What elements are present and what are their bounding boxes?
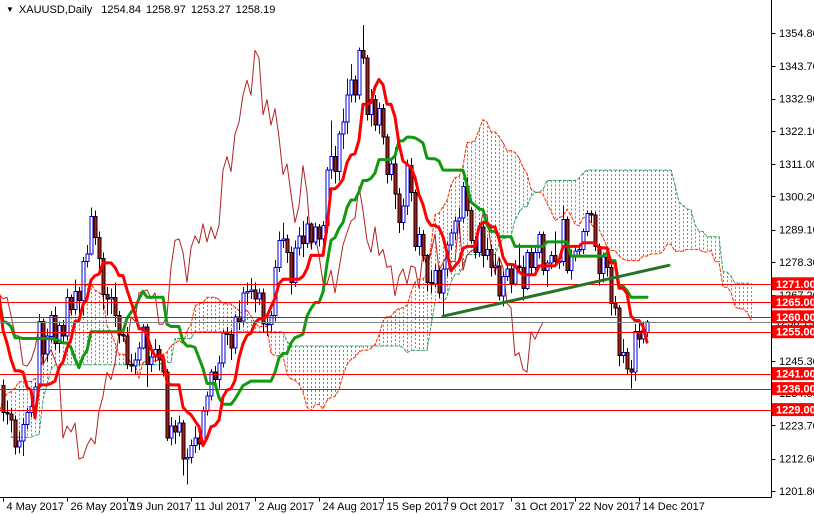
- svg-text:4 May 2017: 4 May 2017: [7, 501, 64, 513]
- ohlc-high: 1258.97: [146, 4, 186, 16]
- svg-text:1300.20: 1300.20: [779, 191, 814, 203]
- svg-text:1255.00: 1255.00: [776, 327, 814, 339]
- chart-window: ▼ XAUUSD,Daily 1254.84 1258.97 1253.27 1258.1…: [0, 0, 814, 514]
- svg-text:1229.00: 1229.00: [776, 405, 814, 417]
- svg-text:26 May 2017: 26 May 2017: [71, 501, 135, 513]
- svg-text:1343.70: 1343.70: [779, 61, 814, 73]
- svg-text:1265.00: 1265.00: [776, 297, 814, 309]
- candles-layer: [1, 24, 650, 485]
- svg-text:1223.70: 1223.70: [779, 420, 814, 432]
- svg-text:1311.00: 1311.00: [779, 159, 814, 171]
- svg-text:1332.90: 1332.90: [779, 94, 814, 106]
- svg-text:1278.30: 1278.30: [779, 257, 814, 269]
- trend-line-object[interactable]: [441, 263, 671, 318]
- svg-text:2 Aug 2017: 2 Aug 2017: [259, 501, 315, 513]
- chart-title-overlay: ▼ XAUUSD,Daily 1254.84 1258.97 1253.27 1258.1…: [6, 4, 280, 16]
- svg-text:1260.00: 1260.00: [776, 312, 814, 324]
- svg-text:1212.60: 1212.60: [779, 454, 814, 466]
- svg-text:1271.00: 1271.00: [776, 279, 814, 291]
- ohlc-close: 1258.19: [235, 4, 276, 16]
- svg-text:24 Aug 2017: 24 Aug 2017: [323, 501, 385, 513]
- svg-text:14 Dec 2017: 14 Dec 2017: [643, 501, 705, 513]
- svg-text:22 Nov 2017: 22 Nov 2017: [579, 501, 641, 513]
- svg-text:1245.30: 1245.30: [779, 356, 814, 368]
- senkou-span-a-line: [0, 119, 752, 413]
- svg-text:31 Oct 2017: 31 Oct 2017: [515, 501, 575, 513]
- svg-text:1201.80: 1201.80: [779, 486, 814, 498]
- symbol-marker-icon: ▼: [6, 5, 14, 14]
- svg-text:1322.10: 1322.10: [779, 126, 814, 138]
- price-scale: 1354.80 1343.70 1332.90 1322.10 1311.00 1300.…: [771, 0, 814, 514]
- svg-text:9 Oct 2017: 9 Oct 2017: [451, 501, 505, 513]
- svg-text:1354.80: 1354.80: [779, 28, 814, 40]
- svg-text:1289.10: 1289.10: [779, 225, 814, 237]
- svg-text:1236.00: 1236.00: [776, 384, 814, 396]
- price-chart-canvas[interactable]: 1354.80 1343.70 1332.90 1322.10 1311.00 1300.…: [0, 0, 814, 514]
- svg-text:19 Jun 2017: 19 Jun 2017: [131, 501, 192, 513]
- svg-text:1241.00: 1241.00: [776, 369, 814, 381]
- symbol-timeframe-label: XAUUSD,Daily: [18, 4, 93, 16]
- svg-text:15 Sep 2017: 15 Sep 2017: [387, 501, 449, 513]
- kijun-sen-line: [0, 135, 649, 406]
- time-scale: 4 May 2017 26 May 201719 Jun 2017 11 Jul 2…: [0, 497, 814, 514]
- ohlc-low: 1253.27: [190, 4, 231, 16]
- ohlc-open: 1254.84: [101, 4, 142, 16]
- svg-text:11 Jul 2017: 11 Jul 2017: [195, 501, 251, 513]
